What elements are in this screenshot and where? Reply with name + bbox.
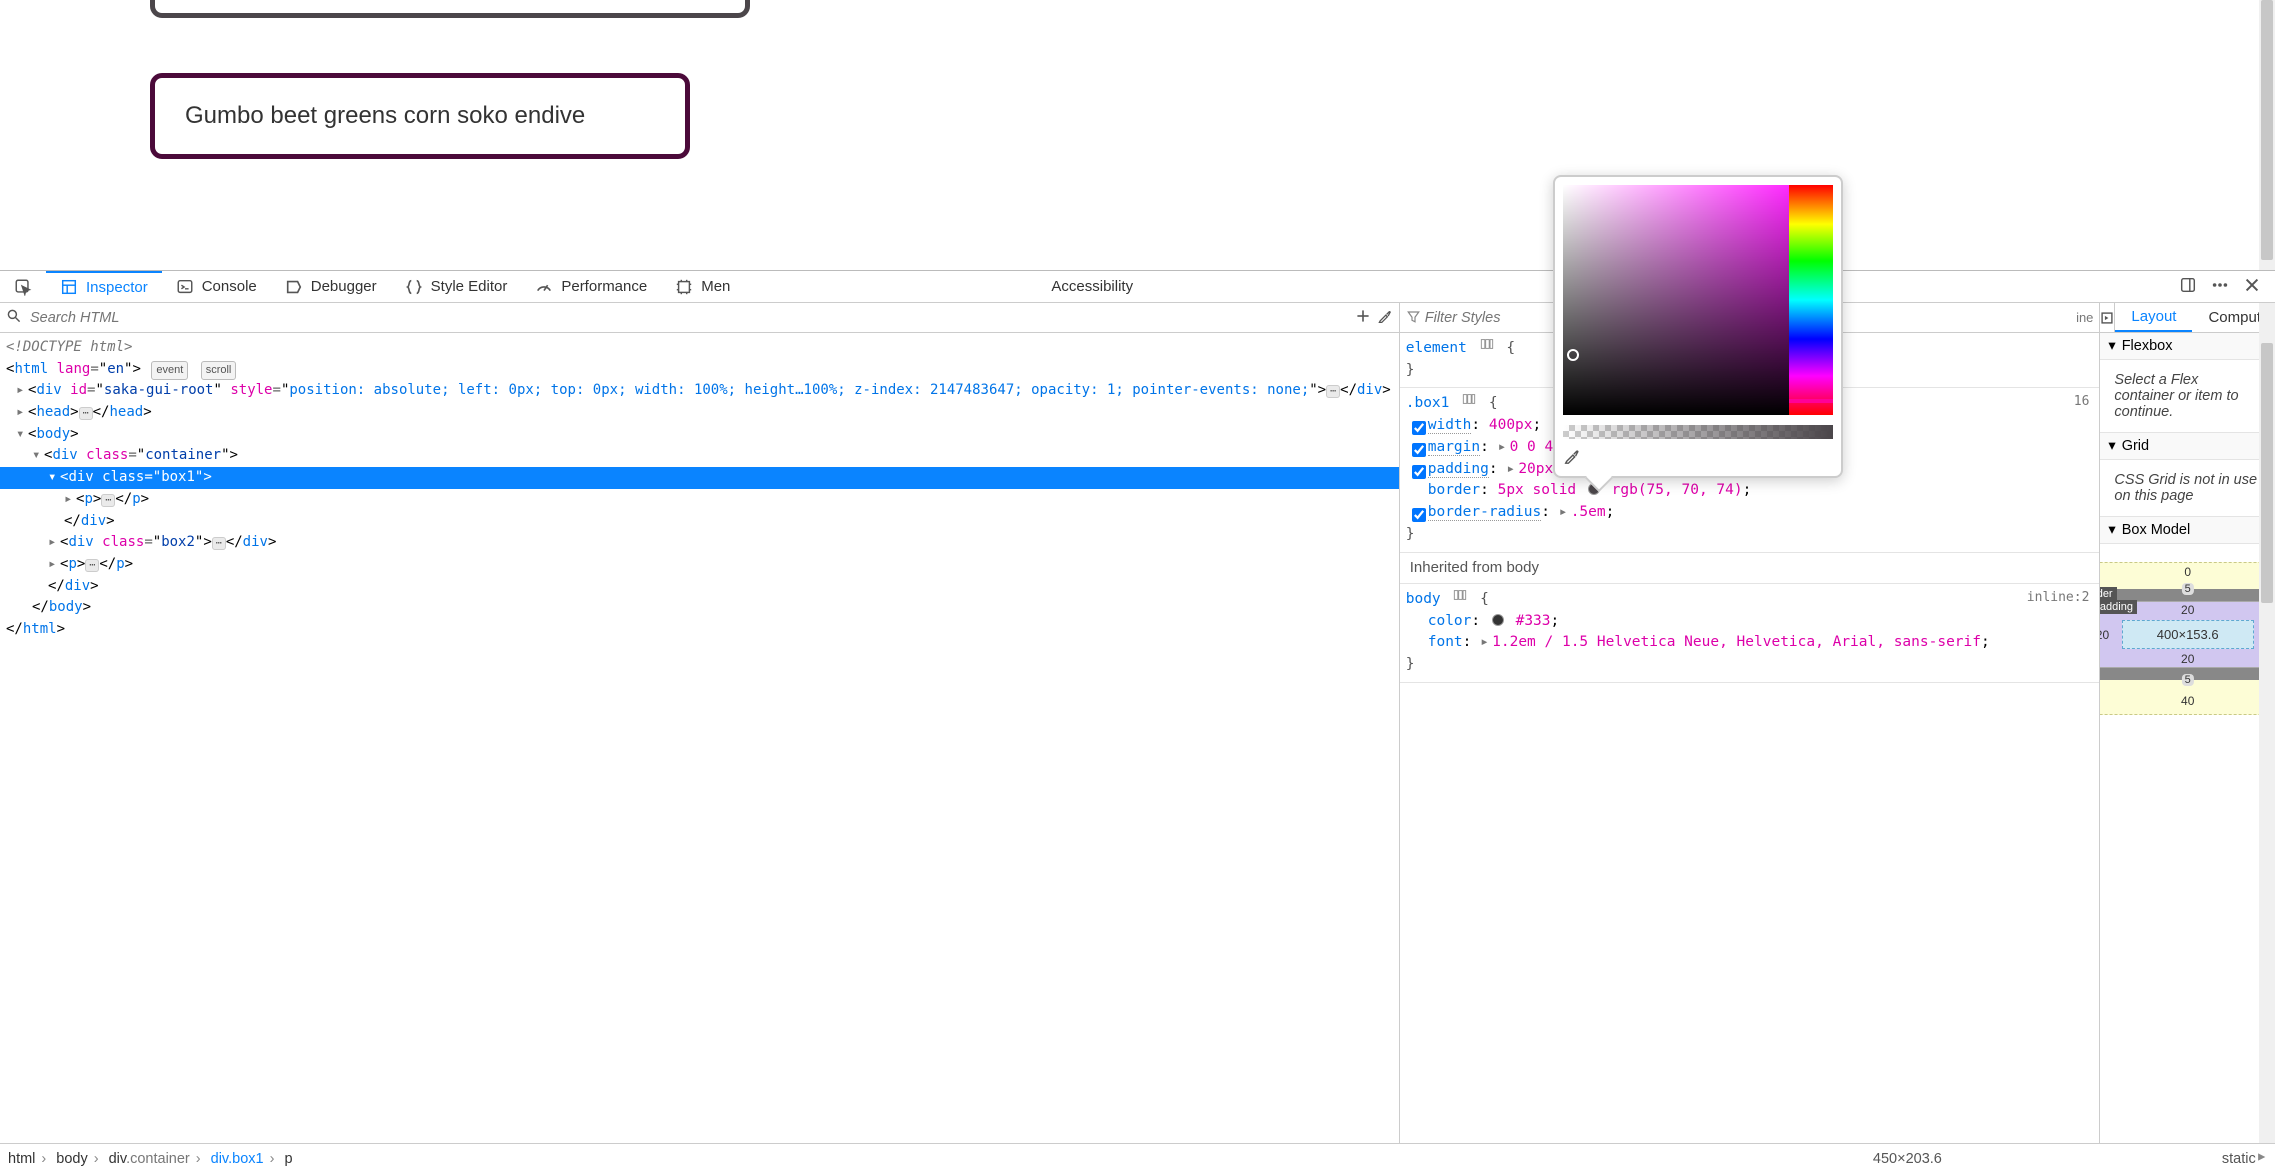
devtools: Inspector Console Debugger Style Editor …: [0, 270, 2275, 1173]
chevron-down-icon: ▾: [2108, 338, 2115, 354]
picker-hue-indicator[interactable]: [1789, 399, 1833, 403]
decl-toggle[interactable]: [1412, 465, 1426, 479]
pick-element-button[interactable]: [0, 271, 46, 302]
markup-panel: <!DOCTYPE html> <html lang="en"> event s…: [0, 303, 1400, 1143]
breadcrumb: html› body› div.container› div.box1› p 4…: [0, 1143, 2275, 1173]
tab-console[interactable]: Console: [162, 271, 271, 302]
layout-scrollbar[interactable]: [2259, 303, 2275, 1143]
rules-panel: ine element { } 16 .box1 { width: 400px: [1400, 303, 2101, 1143]
layout-tabbar: Layout Computed Changes Fonts Animati▾: [2100, 303, 2275, 333]
tab-memory-label: Men: [701, 278, 730, 295]
position-value: static: [2222, 1151, 2256, 1167]
chevron-down-icon: ▾: [2108, 522, 2115, 538]
add-node-button[interactable]: [1355, 308, 1371, 327]
tab-debugger[interactable]: Debugger: [271, 271, 391, 302]
accordion-grid[interactable]: ▾ Grid: [2100, 433, 2275, 460]
tab-performance-label: Performance: [561, 278, 647, 295]
page-box1: amaranth tatsoi tomatillo melon azuki be…: [150, 0, 750, 18]
search-html-input[interactable]: [28, 309, 1349, 327]
filter-icon: [1406, 309, 1421, 327]
search-icon: [6, 308, 22, 327]
grid-message: CSS Grid is not in use on this page: [2100, 460, 2275, 517]
position-dropdown-icon[interactable]: ▾: [2253, 1153, 2269, 1164]
close-devtools-button[interactable]: [2243, 276, 2261, 298]
tab-console-label: Console: [202, 278, 257, 295]
decl-border-radius[interactable]: border-radius: ▸.5em;: [1406, 502, 2090, 524]
layout-panel: Layout Computed Changes Fonts Animati▾ ▾…: [2100, 303, 2275, 1143]
ellipsis-icon[interactable]: ⋯: [1326, 385, 1340, 398]
shorthand-expander-icon[interactable]: ▸: [1498, 437, 1510, 459]
page-scrollbar[interactable]: [2259, 0, 2275, 270]
markup-toolbar: [0, 303, 1399, 333]
decl-toggle[interactable]: [1412, 421, 1426, 435]
html-node[interactable]: <html lang="en">: [6, 361, 141, 377]
rule-body[interactable]: inline:2 body { color: #333; font: ▸1.2e…: [1400, 584, 2100, 683]
accordion-flexbox[interactable]: ▾ Flexbox: [2100, 333, 2275, 360]
accordion-boxmodel[interactable]: ▾ Box Model: [2100, 517, 2275, 544]
picker-sv-indicator[interactable]: [1567, 349, 1579, 361]
tab-accessibility[interactable]: Accessibility: [1037, 271, 1147, 302]
eyedropper-button[interactable]: [1377, 308, 1393, 327]
display-type-icon[interactable]: [1462, 392, 1476, 414]
devtools-tabbar: Inspector Console Debugger Style Editor …: [0, 271, 2275, 303]
tab-performance[interactable]: Performance: [521, 271, 661, 302]
picker-hue-slider[interactable]: [1789, 185, 1833, 415]
tab-accessibility-label: Accessibility: [1051, 278, 1133, 295]
tab-style-editor[interactable]: Style Editor: [391, 271, 522, 302]
flexbox-message: Select a Flex container or item to conti…: [2100, 360, 2275, 433]
rules-source-line: ine: [2076, 310, 2093, 325]
page-box2: Gumbo beet greens corn soko endive: [150, 73, 690, 159]
devtools-body: <!DOCTYPE html> <html lang="en"> event s…: [0, 303, 2275, 1143]
box-model-diagram[interactable]: margin 0 0 0 40 border 5 5 5 5 padding 2…: [2100, 544, 2275, 733]
tab-style-editor-label: Style Editor: [431, 278, 508, 295]
tab-inspector[interactable]: Inspector: [46, 271, 162, 302]
twisty-open-icon[interactable]: ▾: [16, 424, 28, 446]
layout-tab-prev-button[interactable]: [2100, 303, 2115, 332]
scroll-badge[interactable]: scroll: [201, 361, 237, 380]
meatball-menu-button[interactable]: [2211, 276, 2229, 298]
doctype-line: <!DOCTYPE html>: [6, 339, 132, 355]
decl-toggle[interactable]: [1412, 508, 1426, 522]
rendered-page: amaranth tatsoi tomatillo melon azuki be…: [0, 0, 2275, 270]
picker-alpha-slider[interactable]: [1563, 425, 1833, 439]
tab-memory[interactable]: Men: [661, 271, 744, 302]
box-model-outer-size: 450×203.6: [1873, 1151, 1942, 1167]
color-swatch-icon[interactable]: [1492, 614, 1504, 626]
inherited-header: Inherited from body: [1400, 553, 2100, 585]
chevron-down-icon: ▾: [2108, 438, 2115, 454]
ltab-layout[interactable]: Layout: [2115, 303, 2192, 332]
markup-selected-node[interactable]: ▾<div class="box1">: [0, 467, 1399, 489]
picker-eyedropper-button[interactable]: [1563, 447, 1581, 468]
rule-source-inline[interactable]: 16: [2074, 392, 2090, 412]
dock-mode-button[interactable]: [2179, 276, 2197, 298]
twisty-closed-icon[interactable]: ▸: [16, 380, 28, 402]
event-badge[interactable]: event: [151, 361, 188, 380]
decl-color[interactable]: color: #333;: [1406, 611, 2090, 633]
box-model-content-size[interactable]: 400×153.6: [2122, 620, 2254, 649]
decl-toggle[interactable]: [1412, 443, 1426, 457]
rule-source-inline[interactable]: inline:2: [2027, 588, 2090, 608]
color-picker[interactable]: [1553, 175, 1843, 478]
display-type-icon[interactable]: [1480, 337, 1494, 359]
tab-debugger-label: Debugger: [311, 278, 377, 295]
markup-tree[interactable]: <!DOCTYPE html> <html lang="en"> event s…: [0, 333, 1399, 1143]
decl-font[interactable]: font: ▸1.2em / 1.5 Helvetica Neue, Helve…: [1406, 632, 2090, 654]
display-type-icon[interactable]: [1453, 588, 1467, 610]
breadcrumb-trail[interactable]: html› body› div.container› div.box1› p: [8, 1151, 293, 1167]
decl-border[interactable]: border: 5px solid rgb(75, 70, 74);: [1406, 480, 2090, 502]
tab-inspector-label: Inspector: [86, 279, 148, 296]
